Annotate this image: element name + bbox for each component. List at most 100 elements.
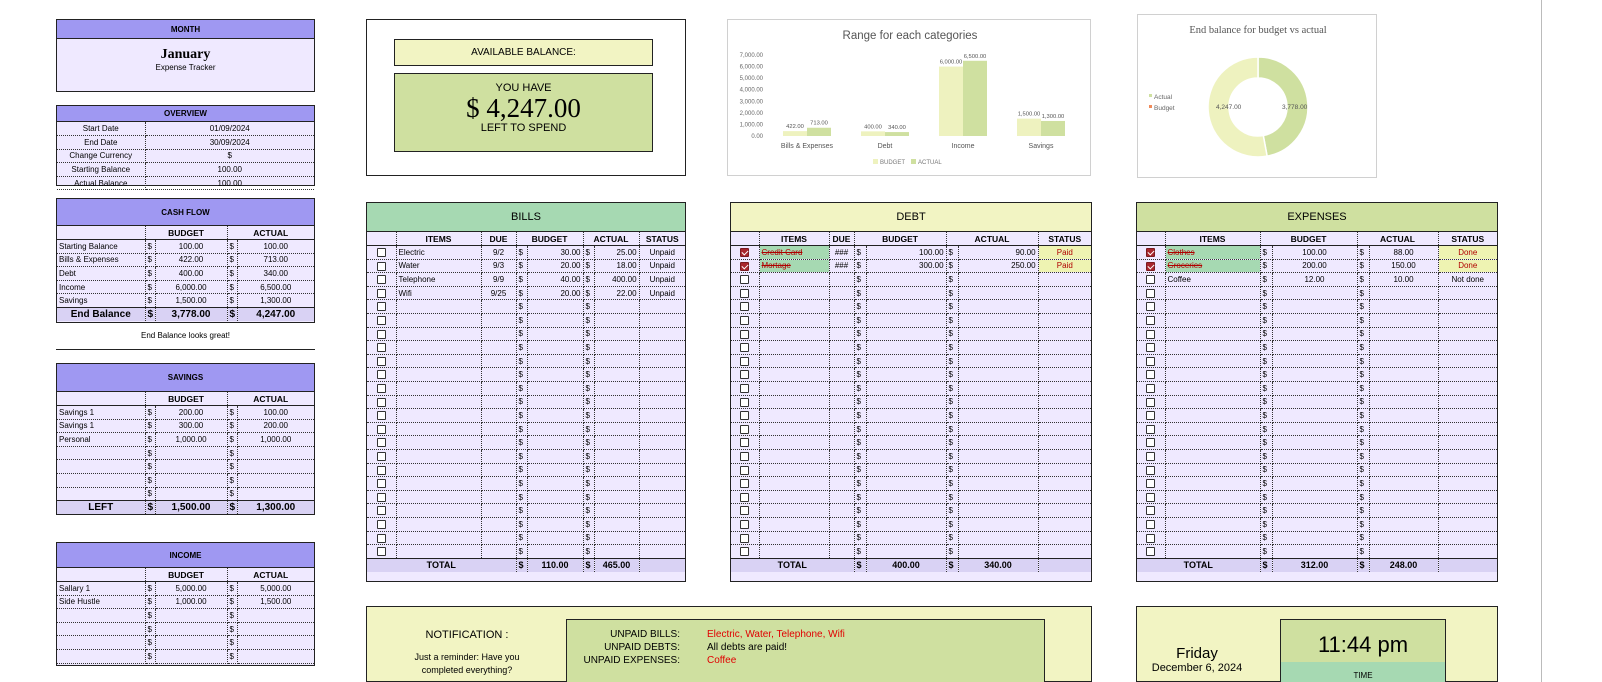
budget-value[interactable] — [527, 490, 584, 505]
actual-value[interactable] — [958, 544, 1039, 559]
checkbox[interactable] — [376, 519, 386, 529]
item-name[interactable] — [396, 367, 482, 383]
actual-value[interactable] — [958, 313, 1039, 328]
savings-actual[interactable] — [237, 446, 314, 461]
budget-value[interactable] — [1272, 286, 1358, 301]
actual-value[interactable] — [1369, 340, 1439, 355]
actual-value[interactable] — [958, 367, 1039, 383]
checkbox[interactable] — [1146, 384, 1156, 394]
checkbox[interactable] — [1146, 492, 1156, 502]
budget-value[interactable] — [866, 408, 947, 423]
budget-value[interactable] — [1272, 327, 1358, 342]
savings-budget[interactable]: 1,000.00 — [155, 432, 228, 447]
actual-value[interactable] — [1369, 544, 1439, 559]
item-name[interactable] — [759, 449, 830, 464]
checkbox[interactable] — [376, 384, 386, 394]
item-name[interactable] — [759, 367, 830, 383]
savings-label[interactable] — [57, 473, 146, 488]
checkbox[interactable] — [740, 275, 750, 285]
checkbox[interactable] — [740, 465, 750, 475]
item-name[interactable] — [759, 517, 830, 532]
due-date[interactable] — [829, 327, 855, 342]
budget-value[interactable] — [1272, 422, 1358, 437]
budget-value[interactable] — [866, 272, 947, 287]
item-name[interactable] — [1165, 367, 1261, 383]
item-name[interactable] — [759, 476, 830, 491]
checkbox[interactable] — [376, 479, 386, 489]
income-actual[interactable] — [237, 649, 314, 664]
item-name[interactable] — [1165, 531, 1261, 546]
checkbox[interactable] — [1146, 329, 1156, 339]
budget-value[interactable] — [866, 463, 947, 478]
due-date[interactable] — [829, 340, 855, 355]
item-name[interactable]: Water — [396, 259, 482, 274]
actual-value[interactable] — [594, 517, 640, 532]
budget-value[interactable] — [1272, 299, 1358, 315]
budget-value[interactable] — [866, 299, 947, 315]
cashflow-label[interactable]: Bills & Expenses — [57, 253, 146, 268]
cashflow-label[interactable]: Income — [57, 280, 146, 295]
actual-value[interactable] — [1369, 395, 1439, 410]
income-budget[interactable]: 1,000.00 — [155, 595, 228, 610]
checkbox[interactable] — [740, 424, 750, 434]
income-budget[interactable] — [155, 608, 228, 623]
budget-value[interactable] — [527, 531, 584, 546]
actual-value[interactable] — [958, 354, 1039, 369]
due-date[interactable] — [481, 490, 517, 505]
budget-value[interactable] — [866, 503, 947, 518]
checkbox[interactable] — [740, 411, 750, 421]
item-name[interactable] — [1165, 299, 1261, 315]
cashflow-actual[interactable]: 1,300.00 — [237, 293, 314, 309]
actual-value[interactable]: 90.00 — [958, 245, 1039, 260]
cashflow-budget[interactable]: 422.00 — [155, 253, 228, 268]
item-name[interactable]: Electric — [396, 245, 482, 260]
actual-value[interactable] — [1369, 381, 1439, 396]
checkbox[interactable] — [376, 547, 386, 557]
budget-value[interactable] — [527, 395, 584, 410]
due-date[interactable] — [829, 517, 855, 532]
savings-actual[interactable]: 1,000.00 — [237, 432, 314, 447]
cashflow-budget[interactable]: 1,500.00 — [155, 293, 228, 309]
item-name[interactable] — [1165, 381, 1261, 396]
checkbox[interactable] — [376, 329, 386, 339]
budget-value[interactable] — [1272, 313, 1358, 328]
actual-value[interactable] — [1369, 490, 1439, 505]
actual-value[interactable]: 25.00 — [594, 245, 640, 260]
checkbox[interactable] — [740, 533, 750, 543]
income-actual[interactable]: 5,000.00 — [237, 581, 314, 596]
due-date[interactable] — [481, 395, 517, 410]
savings-budget[interactable] — [155, 459, 228, 475]
checkbox[interactable] — [376, 356, 386, 366]
item-name[interactable] — [759, 490, 830, 505]
due-date[interactable] — [481, 531, 517, 546]
savings-actual[interactable]: 100.00 — [237, 405, 314, 420]
checkbox[interactable] — [376, 424, 386, 434]
savings-actual[interactable] — [237, 459, 314, 475]
income-label[interactable]: Side Hustle — [57, 595, 146, 610]
checkbox[interactable] — [376, 411, 386, 421]
budget-value[interactable] — [866, 395, 947, 410]
income-budget[interactable] — [155, 622, 228, 637]
budget-value[interactable] — [1272, 354, 1358, 369]
checkbox[interactable] — [1146, 547, 1156, 557]
checkbox[interactable] — [1146, 288, 1156, 298]
due-date[interactable] — [481, 435, 517, 450]
budget-value[interactable] — [1272, 449, 1358, 464]
due-date[interactable] — [481, 517, 517, 532]
actual-value[interactable] — [594, 544, 640, 559]
item-name[interactable]: Mortage — [759, 259, 830, 274]
overview-value[interactable]: 30/09/2024 — [145, 135, 314, 150]
budget-value[interactable] — [1272, 544, 1358, 559]
checkbox[interactable] — [376, 465, 386, 475]
due-date[interactable]: 9/9 — [481, 272, 517, 287]
actual-value[interactable] — [594, 476, 640, 491]
actual-value[interactable] — [1369, 503, 1439, 518]
checkbox[interactable] — [376, 506, 386, 516]
due-date[interactable] — [481, 408, 517, 423]
actual-value[interactable] — [1369, 517, 1439, 532]
checkbox[interactable] — [1146, 343, 1156, 353]
actual-value[interactable] — [594, 422, 640, 437]
checkbox[interactable] — [1146, 438, 1156, 448]
item-name[interactable] — [396, 476, 482, 491]
budget-value[interactable] — [866, 449, 947, 464]
